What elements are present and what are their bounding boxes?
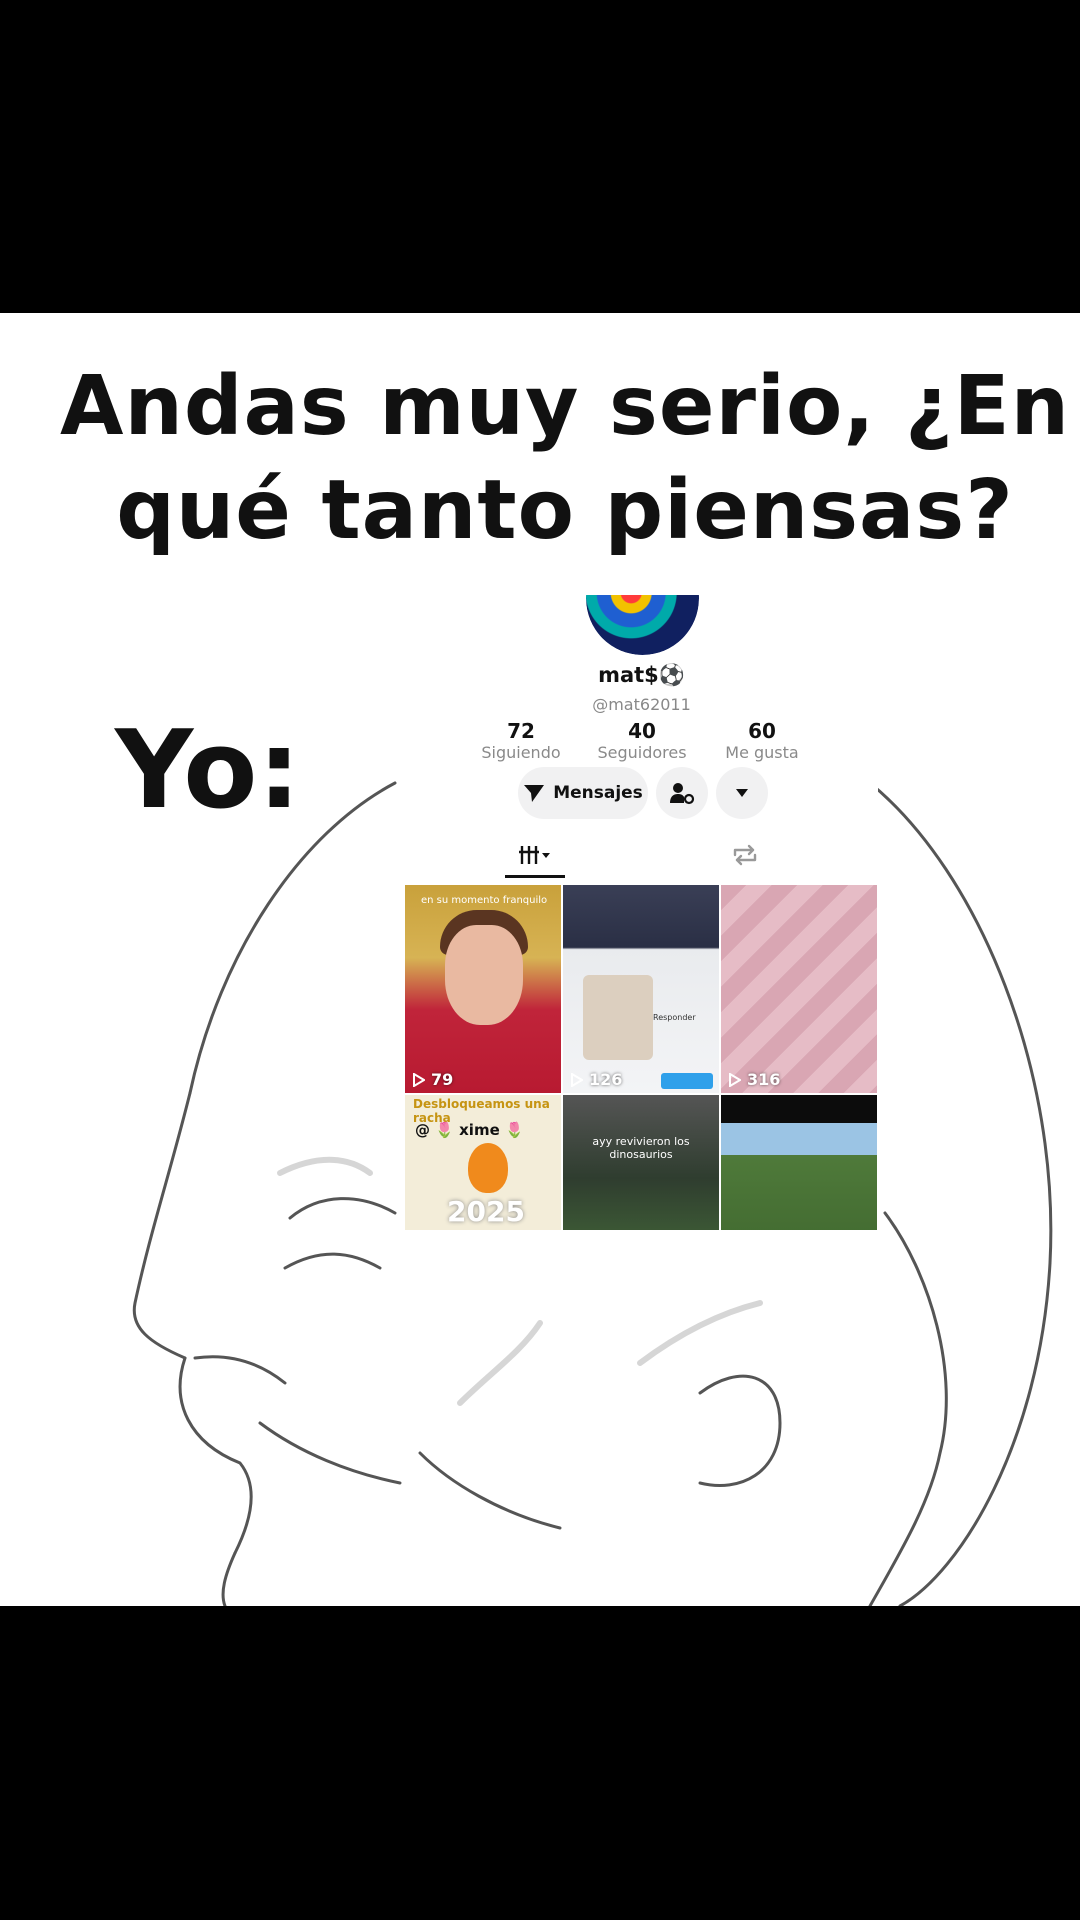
person-gear-icon	[670, 783, 695, 805]
play-icon	[413, 1072, 425, 1087]
video-overlay-text: Responder	[653, 1013, 696, 1022]
profile-screenshot: mat$⚽ @mat62011 72 Siguiendo 40 Seguidor…	[405, 595, 878, 1540]
stat-followers-count: 40	[628, 719, 656, 743]
profile-tabs	[405, 835, 878, 878]
video-overlay-name: @ 🌷 xime 🌷	[415, 1121, 524, 1139]
play-icon	[729, 1072, 741, 1087]
messages-button-label: Mensajes	[553, 783, 643, 803]
stat-likes[interactable]: 60 Me gusta	[702, 719, 822, 763]
video-thumbnail[interactable]: Desbloqueamos una racha @ 🌷 xime 🌷 2025	[405, 1095, 561, 1230]
video-overlay-text: en su momento franquilo	[421, 895, 548, 906]
view-count: 126	[571, 1070, 622, 1089]
video-thumbnail[interactable]: ayy revivieron los dinosaurios	[563, 1095, 719, 1230]
video-thumbnail[interactable]: en su momento franquilo 79	[405, 885, 561, 1093]
stat-following-count: 72	[507, 719, 535, 743]
messages-button[interactable]: Mensajes	[518, 767, 648, 819]
stat-following-label: Siguiendo	[481, 743, 561, 762]
stat-followers-label: Seguidores	[597, 743, 687, 762]
play-icon	[571, 1072, 583, 1087]
stat-following[interactable]: 72 Siguiendo	[461, 719, 581, 763]
flame-icon	[468, 1143, 508, 1193]
yo-label: Yo:	[115, 708, 301, 833]
meme-panel: Andas muy serio, ¿En qué tanto piensas? …	[0, 313, 1080, 1606]
view-count: 316	[729, 1070, 780, 1089]
profile-display-name: mat$⚽	[598, 663, 685, 687]
tab-reposts[interactable]	[715, 835, 775, 875]
profile-username: @mat62011	[592, 695, 691, 714]
repost-icon	[733, 844, 757, 866]
grid-lines-icon	[519, 846, 550, 864]
caret-down-icon	[736, 789, 748, 797]
avatar[interactable]	[586, 595, 699, 655]
video-thumbnail[interactable]: 316	[721, 885, 877, 1093]
more-options-button[interactable]	[716, 767, 768, 819]
video-grid: en su momento franquilo 79 Responder 126	[405, 885, 878, 1230]
video-overlay-year: 2025	[447, 1195, 525, 1228]
stat-likes-count: 60	[748, 719, 776, 743]
stat-followers[interactable]: 40 Seguidores	[582, 719, 702, 763]
meme-caption: Andas muy serio, ¿En qué tanto piensas?	[60, 359, 1071, 558]
video-thumbnail[interactable]	[721, 1095, 877, 1230]
view-count: 79	[413, 1070, 453, 1089]
add-friend-button[interactable]	[656, 767, 708, 819]
bottom-letterbox	[0, 1606, 1080, 1920]
stat-likes-label: Me gusta	[725, 743, 799, 762]
top-letterbox	[0, 0, 1080, 313]
video-overlay-text: ayy revivieron los dinosaurios	[592, 1135, 690, 1161]
send-icon	[524, 785, 545, 802]
tab-videos[interactable]	[505, 835, 565, 878]
video-thumbnail[interactable]: Responder 126	[563, 885, 719, 1093]
